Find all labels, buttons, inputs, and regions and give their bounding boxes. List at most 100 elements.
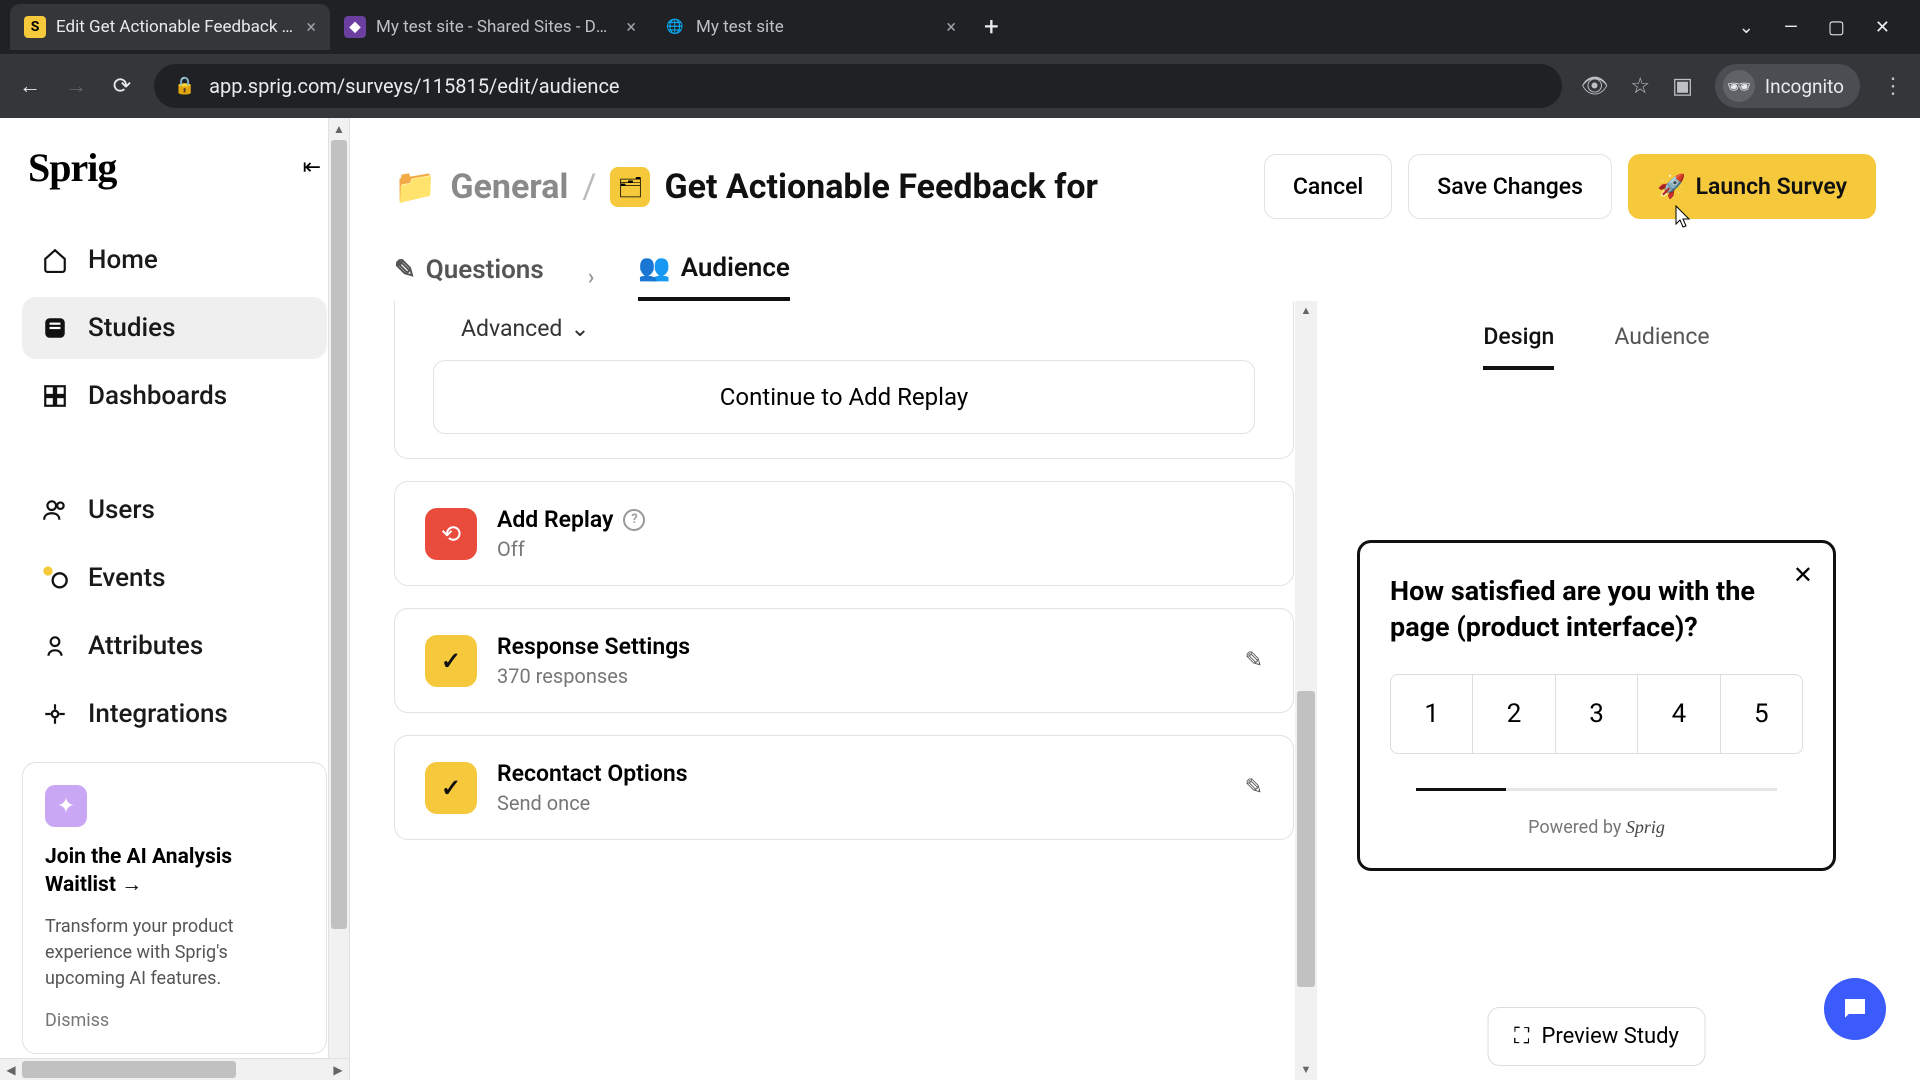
card-title: Response Settings (497, 633, 690, 660)
powered-by[interactable]: Powered by Sprig (1390, 817, 1803, 838)
preview-tab-audience[interactable]: Audience (1614, 323, 1709, 370)
response-settings-card[interactable]: ✓ Response Settings 370 responses ✎ (394, 608, 1294, 713)
reload-icon[interactable]: ⟳ (108, 74, 136, 99)
close-icon[interactable]: × (626, 17, 636, 38)
incognito-label: Incognito (1765, 75, 1844, 98)
scroll-left-icon[interactable]: ◀ (0, 1063, 22, 1077)
scroll-down-icon[interactable]: ▼ (1295, 1060, 1317, 1080)
new-tab-button[interactable]: + (970, 12, 1013, 42)
scroll-thumb[interactable] (22, 1061, 236, 1078)
menu-icon[interactable]: ⋮ (1882, 74, 1904, 99)
add-replay-card[interactable]: ⟲ Add Replay ? Off (394, 481, 1294, 586)
scroll-thumb[interactable] (1297, 691, 1315, 987)
attributes-icon (40, 631, 70, 661)
chat-fab[interactable] (1824, 978, 1886, 1040)
check-icon: ✓ (425, 635, 477, 687)
close-window-icon[interactable]: ✕ (1875, 17, 1890, 38)
expand-icon: ⛶ (1514, 1024, 1529, 1049)
tab-audience[interactable]: 👥 Audience (638, 253, 790, 301)
sidebar-item-events[interactable]: Events (22, 547, 327, 609)
cancel-button[interactable]: Cancel (1264, 154, 1392, 219)
preview-area: ✕ How satisfied are you with the page (p… (1317, 370, 1876, 1080)
recontact-options-card[interactable]: ✓ Recontact Options Send once ✎ (394, 735, 1294, 840)
browser-tab[interactable]: ◆ My test site - Shared Sites - Dash × (330, 4, 650, 50)
card-subtitle: Off (497, 537, 645, 561)
sidebar-item-attributes[interactable]: Attributes (22, 615, 327, 677)
main-content: 📁 General / 🗂 Get Actionable Feedback fo… (350, 118, 1920, 1080)
sidebar-item-integrations[interactable]: Integrations (22, 683, 327, 745)
incognito-icon: 🕶 (1723, 70, 1755, 102)
tab-title: Edit Get Actionable Feedback for (56, 17, 296, 37)
launch-button[interactable]: 🚀 Launch Survey (1628, 154, 1876, 219)
sidebar-nav: Home Studies Dashboards Users Events A (22, 229, 327, 745)
rating-3[interactable]: 3 (1556, 675, 1638, 753)
eye-off-icon[interactable]: 👁 (1580, 74, 1608, 99)
tab-title: My test site (696, 17, 936, 37)
forward-icon[interactable]: → (62, 73, 90, 99)
button-label: Save Changes (1437, 173, 1583, 200)
rating-4[interactable]: 4 (1638, 675, 1720, 753)
sidebar-item-users[interactable]: Users (22, 479, 327, 541)
collapse-icon[interactable]: ⇤ (303, 155, 321, 180)
preview-column: Design Audience ✕ How satisfied are you … (1316, 301, 1876, 1080)
sidebar-item-label: Studies (88, 313, 175, 343)
extensions-icon[interactable]: ▣ (1672, 74, 1693, 99)
help-icon[interactable]: ? (623, 509, 645, 531)
rating-1[interactable]: 1 (1391, 675, 1473, 753)
pencil-icon[interactable]: ✎ (1245, 648, 1263, 673)
preview-study-button[interactable]: ⛶ Preview Study (1487, 1007, 1706, 1066)
scroll-thumb[interactable] (331, 140, 347, 929)
breadcrumb[interactable]: 📁 General / (394, 167, 596, 207)
scroll-up-icon[interactable]: ▲ (329, 118, 349, 140)
bookmark-icon[interactable]: ☆ (1630, 74, 1650, 99)
tab-title: My test site - Shared Sites - Dash (376, 17, 616, 37)
dismiss-link[interactable]: Dismiss (45, 1010, 304, 1031)
tab-questions[interactable]: ✎ Questions (394, 255, 544, 299)
page-title[interactable]: Get Actionable Feedback for (664, 167, 1249, 207)
maximize-icon[interactable]: ▢ (1828, 17, 1845, 38)
preview-tab-design[interactable]: Design (1483, 323, 1554, 370)
globe-icon: 🌐 (664, 16, 686, 38)
back-icon[interactable]: ← (16, 73, 44, 99)
content-scrollbar[interactable]: ▲ ▼ (1295, 301, 1317, 1080)
save-button[interactable]: Save Changes (1408, 154, 1612, 219)
browser-tab[interactable]: 🌐 My test site × (650, 4, 970, 50)
sidebar-hscrollbar[interactable]: ◀ ▶ (0, 1058, 349, 1080)
tab-search-icon[interactable]: ⌄ (1739, 17, 1754, 38)
advanced-toggle[interactable]: Advanced ⌄ (425, 309, 1263, 360)
browser-chrome: S Edit Get Actionable Feedback for × ◆ M… (0, 0, 1920, 118)
logo[interactable]: Sprig (28, 144, 116, 191)
ai-card-title[interactable]: Join the AI Analysis Waitlist → (45, 843, 304, 900)
sidebar-item-dashboards[interactable]: Dashboards (22, 365, 327, 427)
window-controls: ⌄ — ▢ ✕ (1739, 17, 1910, 38)
users-icon (40, 495, 70, 525)
rating-2[interactable]: 2 (1473, 675, 1555, 753)
incognito-badge[interactable]: 🕶 Incognito (1715, 64, 1860, 108)
brand-label: Sprig (1626, 817, 1665, 837)
check-icon: ✓ (425, 762, 477, 814)
sidebar-item-studies[interactable]: Studies (22, 297, 327, 359)
chevron-right-icon: › (588, 265, 595, 290)
close-icon[interactable]: × (946, 17, 956, 38)
pencil-icon[interactable]: ✎ (1245, 775, 1263, 800)
url-text: app.sprig.com/surveys/115815/edit/audien… (209, 74, 619, 98)
close-icon[interactable]: × (306, 17, 316, 38)
rating-5[interactable]: 5 (1721, 675, 1802, 753)
breadcrumb-folder: General (450, 167, 568, 207)
events-icon (40, 563, 70, 593)
minimize-icon[interactable]: — (1784, 17, 1798, 38)
address-bar[interactable]: 🔒 app.sprig.com/surveys/115815/edit/audi… (154, 64, 1562, 108)
sidebar-item-label: Users (88, 495, 155, 525)
tab-label: Audience (681, 253, 790, 283)
sidebar-scrollbar[interactable]: ▲ ▼ (328, 118, 350, 1080)
continue-button[interactable]: Continue to Add Replay (433, 360, 1255, 434)
favicon: ◆ (344, 16, 366, 38)
browser-tab[interactable]: S Edit Get Actionable Feedback for × (10, 4, 330, 50)
ai-card-body: Transform your product experience with S… (45, 914, 304, 992)
card-title: Add Replay (497, 506, 613, 533)
scroll-right-icon[interactable]: ▶ (327, 1063, 349, 1077)
scroll-up-icon[interactable]: ▲ (1295, 301, 1317, 321)
close-icon[interactable]: ✕ (1793, 561, 1813, 589)
sidebar-item-home[interactable]: Home (22, 229, 327, 291)
replay-icon: ⟲ (425, 508, 477, 560)
